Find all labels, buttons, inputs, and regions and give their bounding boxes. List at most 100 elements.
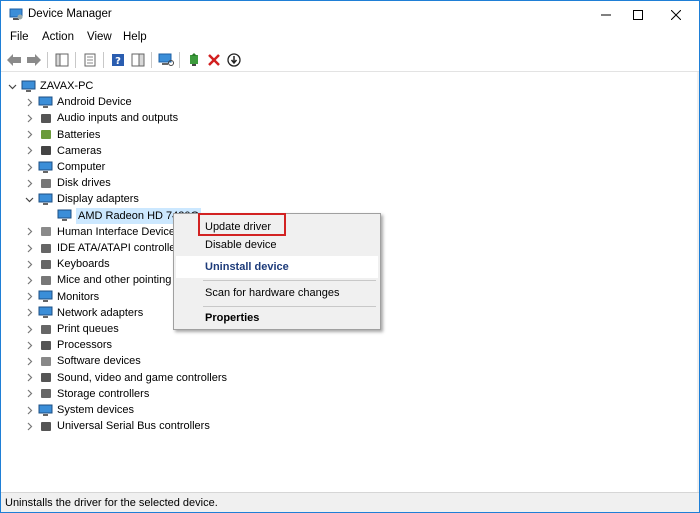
context-uninstall-device-label: Uninstall device	[205, 261, 289, 273]
speaker-icon	[38, 111, 53, 125]
chevron-right-icon[interactable]	[24, 275, 34, 285]
device-manager-icon	[9, 7, 23, 21]
software-device-icon	[38, 354, 53, 368]
tree-item[interactable]: Software devices	[24, 353, 141, 369]
chevron-right-icon[interactable]	[24, 259, 34, 269]
tree-item-label: Sound, video and game controllers	[57, 371, 227, 384]
tree-item-label: Processors	[57, 339, 113, 352]
status-bar: Uninstalls the driver for the selected d…	[1, 492, 699, 512]
chevron-right-icon[interactable]	[24, 308, 34, 318]
chevron-right-icon[interactable]	[24, 113, 34, 123]
tree-item[interactable]: Network adapters	[24, 305, 143, 321]
properties-icon[interactable]	[81, 51, 99, 69]
context-disable-device-label: Disable device	[205, 239, 277, 251]
tree-item[interactable]: Android Device	[24, 94, 132, 110]
battery-icon	[38, 128, 53, 142]
chevron-right-icon[interactable]	[24, 178, 34, 188]
sound-icon	[38, 371, 53, 385]
menu-file[interactable]: File	[10, 31, 29, 43]
tree-root-label: ZAVAX-PC	[40, 80, 94, 92]
context-separator	[203, 280, 376, 281]
help-icon[interactable]: ?	[109, 51, 127, 69]
tree-item[interactable]: Audio inputs and outputs	[24, 110, 178, 126]
tree-item[interactable]: Storage controllers	[24, 386, 149, 402]
title-bar[interactable]: Device Manager	[1, 1, 699, 28]
vertical-scrollbar[interactable]	[697, 72, 699, 492]
forward-arrow-icon[interactable]	[25, 51, 43, 69]
tree-item[interactable]: Disk drives	[24, 175, 111, 191]
chevron-right-icon[interactable]	[24, 389, 34, 399]
tree-item-label: Audio inputs and outputs	[57, 112, 179, 125]
context-menu: Update driver Disable device Uninstall d…	[173, 213, 381, 330]
tree-item[interactable]: IDE ATA/ATAPI controllers	[24, 240, 185, 256]
tree-item[interactable]: Cameras	[24, 143, 102, 159]
chevron-right-icon[interactable]	[24, 146, 34, 156]
action-pane-icon[interactable]	[129, 51, 147, 69]
tree-item-label: Batteries	[57, 128, 101, 141]
usb-icon	[38, 419, 53, 433]
tree-item-label: Print queues	[57, 323, 119, 335]
system-device-icon	[38, 403, 53, 417]
context-properties[interactable]: Properties	[176, 307, 378, 329]
chevron-right-icon[interactable]	[24, 243, 34, 253]
chevron-right-icon[interactable]	[24, 373, 34, 383]
android-device-icon	[38, 95, 53, 109]
tree-item[interactable]: System devices	[24, 402, 134, 418]
uninstall-x-icon[interactable]	[205, 51, 223, 69]
menu-action[interactable]: Action	[42, 31, 74, 43]
menu-help[interactable]: Help	[123, 31, 147, 43]
chevron-right-icon[interactable]	[24, 324, 34, 334]
tree-item[interactable]: Monitors	[24, 289, 99, 305]
context-scan-hardware-label: Scan for hardware changes	[205, 287, 340, 299]
update-driver-down-icon[interactable]	[225, 51, 243, 69]
chevron-right-icon[interactable]	[24, 227, 34, 237]
tree-item[interactable]: Sound, video and game controllers	[24, 370, 227, 386]
tree-item[interactable]: Computer	[24, 159, 105, 175]
tree-item-label: Universal Serial Bus controllers	[57, 420, 210, 433]
tree-item[interactable]: Display adapters	[24, 191, 139, 207]
close-button[interactable]	[653, 1, 699, 28]
chevron-down-icon[interactable]	[24, 194, 34, 204]
menu-view[interactable]: View	[87, 31, 112, 43]
monitor-icon	[38, 290, 53, 304]
chevron-right-icon[interactable]	[24, 340, 34, 350]
highlight-box	[198, 213, 286, 236]
tree-item-label: IDE ATA/ATAPI controllers	[57, 242, 185, 254]
toolbar: ?	[1, 48, 699, 72]
window-title: Device Manager	[28, 8, 112, 20]
tree-item[interactable]: Processors	[24, 337, 112, 353]
tree-item-label: Keyboards	[57, 258, 110, 271]
context-uninstall-device[interactable]: Uninstall device	[176, 256, 378, 278]
chevron-right-icon[interactable]	[24, 356, 34, 366]
ide-controller-icon	[38, 241, 53, 255]
chevron-down-icon[interactable]	[7, 81, 17, 91]
tree-item-label: Display adapters	[57, 193, 139, 206]
tree-item[interactable]: Human Interface Devices	[24, 224, 181, 240]
tree-item[interactable]: Batteries	[24, 127, 100, 143]
chevron-right-icon[interactable]	[24, 292, 34, 302]
computer-icon	[38, 160, 53, 174]
chevron-right-icon[interactable]	[24, 421, 34, 431]
add-driver-icon[interactable]	[185, 51, 203, 69]
menu-bar: File Action View Help	[1, 28, 699, 48]
hid-icon	[38, 225, 53, 239]
chevron-right-icon[interactable]	[24, 405, 34, 415]
tree-item[interactable]: Keyboards	[24, 256, 110, 272]
processor-icon	[38, 338, 53, 352]
context-scan-hardware[interactable]: Scan for hardware changes	[176, 282, 378, 304]
back-arrow-icon[interactable]	[5, 51, 23, 69]
tree-root[interactable]: ZAVAX-PC	[7, 78, 93, 94]
printer-icon	[38, 322, 53, 336]
scan-hardware-icon[interactable]	[157, 51, 175, 69]
tree-item-label: Monitors	[57, 290, 100, 303]
show-hide-console-tree-icon[interactable]	[53, 51, 71, 69]
chevron-right-icon[interactable]	[24, 130, 34, 140]
chevron-right-icon[interactable]	[24, 162, 34, 172]
tree-item[interactable]: Print queues	[24, 321, 119, 337]
tree-item[interactable]: Universal Serial Bus controllers	[24, 418, 210, 434]
context-disable-device[interactable]: Disable device	[176, 234, 378, 256]
chevron-right-icon[interactable]	[24, 97, 34, 107]
keyboard-icon	[38, 257, 53, 271]
tree-item-label: Human Interface Devices	[57, 225, 181, 238]
display-adapter-icon	[38, 192, 53, 206]
